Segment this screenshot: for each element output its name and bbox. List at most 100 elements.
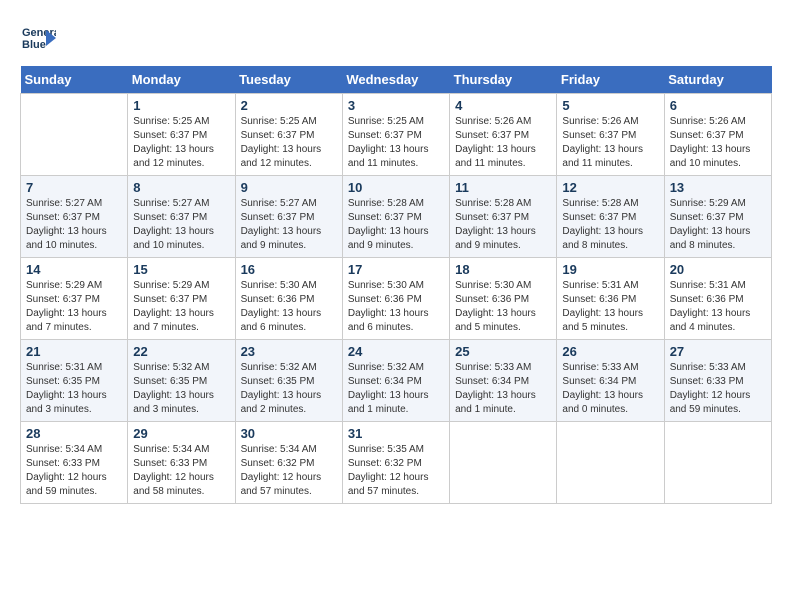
calendar-cell: 16 Sunrise: 5:30 AM Sunset: 6:36 PM Dayli… <box>235 258 342 340</box>
calendar-cell: 14Sunrise: 5:29 AM Sunset: 6:37 PM Dayli… <box>21 258 128 340</box>
day-header-friday: Friday <box>557 66 664 94</box>
day-number: 31 <box>348 426 444 441</box>
calendar-cell: 24 Sunrise: 5:32 AM Sunset: 6:34 PM Dayli… <box>342 340 449 422</box>
day-number: 20 <box>670 262 766 277</box>
calendar-cell: 5 Sunrise: 5:26 AM Sunset: 6:37 PM Daylig… <box>557 94 664 176</box>
calendar-header-row: SundayMondayTuesdayWednesdayThursdayFrid… <box>21 66 772 94</box>
day-info: Sunrise: 5:32 AM Sunset: 6:35 PM Dayligh… <box>133 361 229 417</box>
calendar-cell: 20 Sunrise: 5:31 AM Sunset: 6:36 PM Dayli… <box>664 258 771 340</box>
calendar-cell: 27 Sunrise: 5:33 AM Sunset: 6:33 PM Dayli… <box>664 340 771 422</box>
calendar-cell: 18 Sunrise: 5:30 AM Sunset: 6:36 PM Dayli… <box>450 258 557 340</box>
calendar-cell: 26 Sunrise: 5:33 AM Sunset: 6:34 PM Dayli… <box>557 340 664 422</box>
day-info: Sunrise: 5:30 AM Sunset: 6:36 PM Dayligh… <box>348 279 444 335</box>
day-number: 13 <box>670 180 766 195</box>
day-number: 10 <box>348 180 444 195</box>
day-header-thursday: Thursday <box>450 66 557 94</box>
day-header-tuesday: Tuesday <box>235 66 342 94</box>
calendar-cell: 8 Sunrise: 5:27 AM Sunset: 6:37 PM Daylig… <box>128 176 235 258</box>
day-number: 21 <box>26 344 122 359</box>
day-number: 26 <box>562 344 658 359</box>
calendar-week-row: 21 Sunrise: 5:31 AM Sunset: 6:35 PM Dayli… <box>21 340 772 422</box>
day-info: Sunrise: 5:27 AM Sunset: 6:37 PM Dayligh… <box>133 197 229 253</box>
day-number: 28 <box>26 426 122 441</box>
calendar-cell: 3 Sunrise: 5:25 AM Sunset: 6:37 PM Daylig… <box>342 94 449 176</box>
day-info: Sunrise: 5:27 AM Sunset: 6:37 PM Dayligh… <box>26 197 122 253</box>
calendar-cell: 28Sunrise: 5:34 AM Sunset: 6:33 PM Dayli… <box>21 422 128 504</box>
day-info: Sunrise: 5:33 AM Sunset: 6:34 PM Dayligh… <box>455 361 551 417</box>
calendar-cell: 13 Sunrise: 5:29 AM Sunset: 6:37 PM Dayli… <box>664 176 771 258</box>
calendar-cell: 1Sunrise: 5:25 AM Sunset: 6:37 PM Daylig… <box>128 94 235 176</box>
calendar-cell: 4 Sunrise: 5:26 AM Sunset: 6:37 PM Daylig… <box>450 94 557 176</box>
page-header: General Blue <box>20 20 772 56</box>
calendar-cell: 31 Sunrise: 5:35 AM Sunset: 6:32 PM Dayli… <box>342 422 449 504</box>
day-number: 18 <box>455 262 551 277</box>
calendar-cell: 11 Sunrise: 5:28 AM Sunset: 6:37 PM Dayli… <box>450 176 557 258</box>
calendar-cell: 15 Sunrise: 5:29 AM Sunset: 6:37 PM Dayli… <box>128 258 235 340</box>
day-number: 22 <box>133 344 229 359</box>
day-number: 23 <box>241 344 337 359</box>
day-number: 16 <box>241 262 337 277</box>
calendar-cell: 2Sunrise: 5:25 AM Sunset: 6:37 PM Daylig… <box>235 94 342 176</box>
calendar-week-row: 1 Sunrise: 5:25 AM Sunset: 6:37 PM Daylig… <box>21 94 772 176</box>
calendar-cell: 21 Sunrise: 5:31 AM Sunset: 6:35 PM Dayli… <box>21 340 128 422</box>
calendar-cell: 12Sunrise: 5:28 AM Sunset: 6:37 PM Dayli… <box>557 176 664 258</box>
day-info: Sunrise: 5:34 AM Sunset: 6:33 PM Dayligh… <box>133 443 229 499</box>
calendar-cell: 7 Sunrise: 5:27 AM Sunset: 6:37 PM Daylig… <box>21 176 128 258</box>
calendar-cell: 30Sunrise: 5:34 AM Sunset: 6:32 PM Dayli… <box>235 422 342 504</box>
day-number: 1 <box>133 98 229 113</box>
day-info: Sunrise: 5:26 AM Sunset: 6:37 PM Dayligh… <box>670 115 766 171</box>
calendar-cell: 9 Sunrise: 5:27 AM Sunset: 6:37 PM Daylig… <box>235 176 342 258</box>
calendar-cell: 29 Sunrise: 5:34 AM Sunset: 6:33 PM Dayli… <box>128 422 235 504</box>
day-header-wednesday: Wednesday <box>342 66 449 94</box>
day-number: 8 <box>133 180 229 195</box>
day-info: Sunrise: 5:32 AM Sunset: 6:35 PM Dayligh… <box>241 361 337 417</box>
day-info: Sunrise: 5:32 AM Sunset: 6:34 PM Dayligh… <box>348 361 444 417</box>
calendar-cell <box>450 422 557 504</box>
day-info: Sunrise: 5:33 AM Sunset: 6:33 PM Dayligh… <box>670 361 766 417</box>
day-info: Sunrise: 5:25 AM Sunset: 6:37 PM Dayligh… <box>241 115 337 171</box>
calendar-cell <box>664 422 771 504</box>
calendar-week-row: 14Sunrise: 5:29 AM Sunset: 6:37 PM Dayli… <box>21 258 772 340</box>
day-info: Sunrise: 5:35 AM Sunset: 6:32 PM Dayligh… <box>348 443 444 499</box>
day-number: 12 <box>562 180 658 195</box>
calendar-cell: 6 Sunrise: 5:26 AM Sunset: 6:37 PM Daylig… <box>664 94 771 176</box>
day-number: 6 <box>670 98 766 113</box>
day-number: 11 <box>455 180 551 195</box>
day-number: 19 <box>562 262 658 277</box>
calendar-table: SundayMondayTuesdayWednesdayThursdayFrid… <box>20 66 772 504</box>
day-info: Sunrise: 5:31 AM Sunset: 6:36 PM Dayligh… <box>562 279 658 335</box>
calendar-cell: 25Sunrise: 5:33 AM Sunset: 6:34 PM Dayli… <box>450 340 557 422</box>
day-info: Sunrise: 5:28 AM Sunset: 6:37 PM Dayligh… <box>455 197 551 253</box>
calendar-cell: 19 Sunrise: 5:31 AM Sunset: 6:36 PM Dayli… <box>557 258 664 340</box>
svg-text:Blue: Blue <box>22 39 46 51</box>
day-number: 5 <box>562 98 658 113</box>
day-info: Sunrise: 5:29 AM Sunset: 6:37 PM Dayligh… <box>133 279 229 335</box>
day-number: 15 <box>133 262 229 277</box>
day-info: Sunrise: 5:27 AM Sunset: 6:37 PM Dayligh… <box>241 197 337 253</box>
day-number: 7 <box>26 180 122 195</box>
day-number: 27 <box>670 344 766 359</box>
day-info: Sunrise: 5:25 AM Sunset: 6:37 PM Dayligh… <box>348 115 444 171</box>
day-number: 4 <box>455 98 551 113</box>
day-info: Sunrise: 5:29 AM Sunset: 6:37 PM Dayligh… <box>26 279 122 335</box>
logo-icon: General Blue <box>20 20 56 56</box>
day-number: 9 <box>241 180 337 195</box>
day-header-monday: Monday <box>128 66 235 94</box>
logo: General Blue <box>20 20 60 56</box>
day-header-saturday: Saturday <box>664 66 771 94</box>
day-info: Sunrise: 5:26 AM Sunset: 6:37 PM Dayligh… <box>562 115 658 171</box>
day-info: Sunrise: 5:31 AM Sunset: 6:35 PM Dayligh… <box>26 361 122 417</box>
day-info: Sunrise: 5:33 AM Sunset: 6:34 PM Dayligh… <box>562 361 658 417</box>
day-info: Sunrise: 5:30 AM Sunset: 6:36 PM Dayligh… <box>241 279 337 335</box>
day-number: 30 <box>241 426 337 441</box>
day-info: Sunrise: 5:30 AM Sunset: 6:36 PM Dayligh… <box>455 279 551 335</box>
day-number: 17 <box>348 262 444 277</box>
day-info: Sunrise: 5:29 AM Sunset: 6:37 PM Dayligh… <box>670 197 766 253</box>
calendar-week-row: 7 Sunrise: 5:27 AM Sunset: 6:37 PM Daylig… <box>21 176 772 258</box>
day-number: 3 <box>348 98 444 113</box>
day-info: Sunrise: 5:26 AM Sunset: 6:37 PM Dayligh… <box>455 115 551 171</box>
day-number: 24 <box>348 344 444 359</box>
day-number: 29 <box>133 426 229 441</box>
day-info: Sunrise: 5:31 AM Sunset: 6:36 PM Dayligh… <box>670 279 766 335</box>
calendar-cell: 10Sunrise: 5:28 AM Sunset: 6:37 PM Dayli… <box>342 176 449 258</box>
